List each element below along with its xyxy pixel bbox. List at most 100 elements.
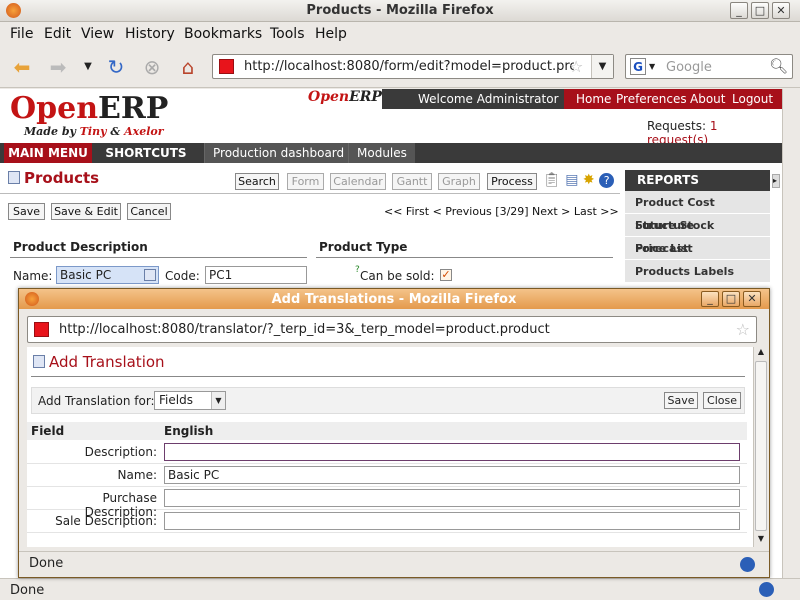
popup-close-text-button[interactable]: Close (703, 392, 741, 409)
page-title: Products (8, 169, 99, 187)
maximize-button[interactable]: □ (751, 2, 769, 19)
close-button[interactable]: ✕ (772, 2, 790, 19)
popup-maximize-button[interactable]: □ (722, 291, 740, 307)
view-process-button[interactable]: Process (487, 173, 537, 190)
add-translation-for-label: Add Translation for: (38, 394, 155, 408)
bookmark-star-icon[interactable]: ☆ (736, 320, 750, 339)
forward-icon[interactable]: ➡ (46, 56, 70, 78)
search-engine-icon[interactable]: G (630, 58, 646, 75)
search-box[interactable]: G ▼ Google 🔍︎ (625, 54, 793, 79)
status-addon-icon[interactable] (740, 557, 755, 572)
popup-close-button[interactable]: ✕ (743, 291, 761, 307)
view-search-button[interactable]: Search (235, 173, 279, 190)
save-edit-button[interactable]: Save & Edit (51, 203, 121, 220)
url-dropdown-icon[interactable]: ▼ (591, 55, 613, 78)
name-translation-input[interactable]: Basic PC (164, 466, 740, 484)
menu-help[interactable]: Help (315, 26, 347, 42)
code-field[interactable]: PC1 (205, 266, 307, 284)
stop-icon[interactable]: ⊗ (140, 56, 164, 78)
translation-type-select[interactable]: Fields ▼ (154, 391, 226, 410)
popup-url-text[interactable]: http://localhost:8080/translator/?_terp_… (59, 322, 550, 337)
reload-icon[interactable]: ↻ (104, 56, 128, 78)
menu-file[interactable]: File (10, 26, 33, 42)
back-icon[interactable]: ⬅ (10, 56, 34, 78)
minimize-button[interactable]: _ (730, 2, 748, 19)
popup-scrollbar[interactable]: ▲ ▼ (753, 347, 768, 547)
menu-bar: File Edit View History Bookmarks Tools H… (0, 22, 800, 46)
report-future-stock-forecast[interactable]: Future Stock Forecast (625, 214, 770, 255)
search-icon[interactable]: 🔍︎ (769, 57, 788, 75)
menu-history[interactable]: History (125, 26, 175, 42)
translate-icon[interactable]: ▤ (565, 172, 578, 188)
page-favicon-icon (219, 59, 234, 74)
menu-edit[interactable]: Edit (44, 26, 71, 42)
page-favicon-icon (34, 322, 49, 337)
welcome-text: Welcome Administrator (418, 92, 559, 106)
chevron-down-icon: ▼ (211, 392, 225, 409)
notes-icon[interactable]: 📋︎ (543, 172, 561, 188)
status-text: Done (10, 583, 45, 598)
window-titlebar[interactable]: Products - Mozilla Firefox _ □ ✕ (0, 0, 800, 22)
menu-view[interactable]: View (81, 26, 114, 42)
view-gantt-button[interactable]: Gantt (392, 173, 432, 190)
report-product-cost-structure[interactable]: Product Cost Structure (625, 191, 770, 232)
popup-titlebar[interactable]: Add Translations - Mozilla Firefox _ □ ✕ (19, 289, 769, 309)
scroll-up-icon[interactable]: ▲ (755, 347, 767, 359)
view-graph-button[interactable]: Graph (438, 173, 480, 190)
purchase-description-translation-input[interactable] (164, 489, 740, 507)
status-addon-icon[interactable] (759, 582, 774, 597)
logo-erp: ERP (98, 91, 169, 126)
home-icon[interactable]: ⌂ (176, 56, 200, 78)
link-preferences[interactable]: Preferences (616, 92, 687, 106)
view-form-button[interactable]: Form (287, 173, 324, 190)
url-bar[interactable]: http://localhost:8080/form/edit?model=pr… (212, 54, 614, 79)
search-placeholder[interactable]: Google (666, 60, 712, 75)
new-icon[interactable]: ✸ (583, 172, 595, 188)
sale-description-translation-input[interactable] (164, 512, 740, 530)
shortcut-modules[interactable]: Modules (348, 143, 415, 163)
scroll-down-icon[interactable]: ▼ (755, 534, 767, 546)
url-text[interactable]: http://localhost:8080/form/edit?model=pr… (244, 59, 574, 74)
can-be-sold-checkbox[interactable]: ✓ (440, 269, 452, 281)
product-icon (8, 171, 20, 184)
translation-row: Sale Description: (27, 510, 747, 533)
scroll-thumb[interactable] (755, 361, 767, 531)
popup-save-button[interactable]: Save (664, 392, 698, 409)
popup-status-bar: Done (19, 551, 769, 577)
can-be-sold-label: Can be sold: (360, 269, 435, 283)
save-button[interactable]: Save (8, 203, 45, 220)
popup-minimize-button[interactable]: _ (701, 291, 719, 307)
menu-tools[interactable]: Tools (270, 26, 305, 42)
popup-url-bar[interactable]: http://localhost:8080/translator/?_terp_… (27, 316, 757, 343)
description-translation-input[interactable] (164, 443, 740, 461)
link-about[interactable]: About (690, 92, 725, 106)
translate-field-icon[interactable] (144, 269, 156, 281)
main-menu-button[interactable]: MAIN MENU (4, 143, 92, 163)
pager[interactable]: << First < Previous [3/29] Next > Last >… (384, 205, 619, 218)
shortcut-production-dashboard[interactable]: Production dashboard (204, 143, 353, 163)
toolbar-divider (0, 193, 620, 194)
row-label: Name: (117, 468, 157, 482)
link-home[interactable]: Home (576, 92, 611, 106)
view-calendar-button[interactable]: Calendar (330, 173, 386, 190)
search-engine-dropdown-icon[interactable]: ▼ (649, 62, 655, 71)
header-links: Home Preferences About Logout (564, 89, 782, 109)
collapse-sidebar-icon[interactable]: ▸ (772, 174, 780, 188)
row-label: Description: (84, 445, 157, 459)
popup-title: Add Translations - Mozilla Firefox (271, 292, 517, 307)
report-products-labels[interactable]: Products Labels (625, 260, 770, 283)
section-line (316, 257, 613, 258)
menu-bookmarks[interactable]: Bookmarks (184, 26, 262, 42)
name-label: Name: (13, 269, 53, 283)
section-product-description: Product Description (13, 240, 148, 254)
page-scrollbar[interactable] (782, 89, 800, 578)
link-logout[interactable]: Logout (732, 92, 773, 106)
report-price-list[interactable]: Price List (625, 237, 770, 260)
logo-tagline: Made by Tiny & Axelor (24, 125, 164, 138)
cancel-button[interactable]: Cancel (127, 203, 171, 220)
bookmark-star-icon[interactable]: ☆ (569, 57, 583, 76)
shortcuts-button[interactable]: SHORTCUTS (96, 143, 196, 163)
col-english: English (164, 424, 214, 438)
history-dropdown-icon[interactable]: ▼ (76, 56, 100, 78)
help-icon[interactable]: ? (599, 173, 615, 188)
